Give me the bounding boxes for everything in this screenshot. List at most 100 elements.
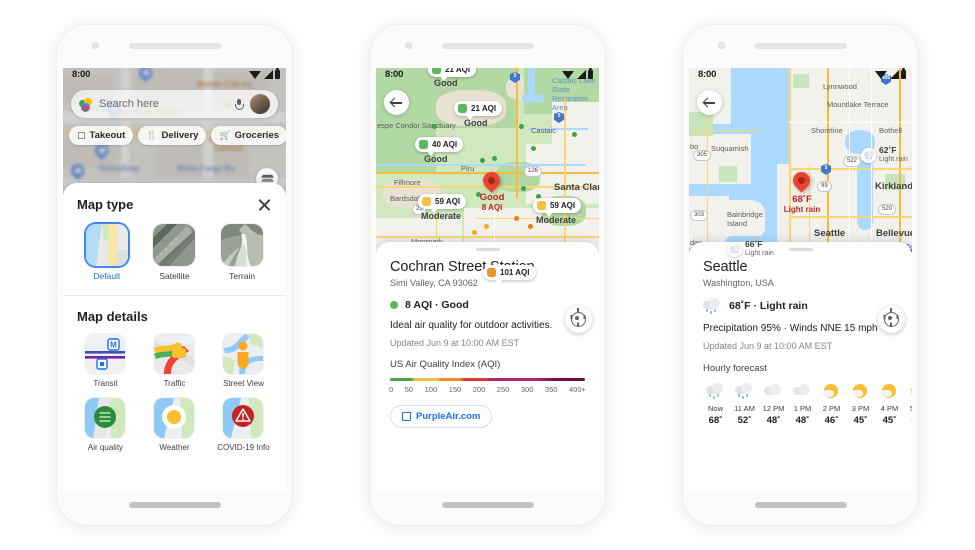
- map-label: Bainbridge Island: [727, 210, 763, 228]
- aqi-value: 21 AQI: [471, 104, 497, 113]
- map-type-satellite[interactable]: Satellite: [144, 224, 204, 281]
- street-view-icon: [223, 334, 264, 374]
- weather-marker-62[interactable]: 62˚F Light rain: [861, 146, 908, 164]
- rain-icon-bubble: [727, 241, 742, 257]
- chip-groceries[interactable]: 🛒 Groceries: [211, 126, 286, 145]
- cloud-icon-wrap: [759, 381, 788, 401]
- my-location-icon: [884, 308, 899, 327]
- map-detail-transit[interactable]: M Transit: [71, 334, 140, 389]
- rain-icon: [729, 244, 741, 254]
- my-location-button[interactable]: [565, 306, 592, 333]
- current-condition-row: 68˚F · Light rain: [689, 288, 912, 314]
- back-button[interactable]: [384, 90, 409, 115]
- phone-mockup-air-quality: 5 5 126 23 23 118 espe Condor Sanctuary …: [370, 25, 605, 525]
- aqi-marker-40[interactable]: 40 AQI: [415, 137, 464, 156]
- aqi-summary-row: 8 AQI · Good: [376, 288, 599, 311]
- sheet-header: Map type: [63, 183, 286, 212]
- sun-cloud-icon-wrap: [846, 381, 875, 401]
- hourly-forecast-title: Hourly forecast: [703, 363, 767, 374]
- home-indicator[interactable]: [441, 502, 534, 508]
- scale-tick: 150: [448, 385, 462, 394]
- my-location-button[interactable]: [878, 306, 905, 333]
- route-303-shield: 303: [690, 210, 709, 221]
- earpiece-speaker: [129, 42, 221, 49]
- search-bar[interactable]: Search here: [71, 90, 278, 118]
- aqi-summary-text: 8 AQI · Good: [405, 299, 469, 311]
- home-indicator[interactable]: [754, 502, 847, 508]
- scale-tick: 350: [544, 385, 558, 394]
- forecast-temp: 68˚: [708, 415, 723, 426]
- selected-pin-cond: Light rain: [783, 205, 821, 214]
- account-avatar[interactable]: [250, 94, 270, 114]
- aqi-category: Moderate: [536, 215, 577, 225]
- weather-marker-text: 62˚F Light rain: [879, 146, 908, 164]
- weather-icon: [154, 398, 195, 438]
- scale-tick: 200: [472, 385, 486, 394]
- map-detail-label: COVID-19 Info: [217, 443, 270, 452]
- forecast-hour: Now 68˚: [701, 381, 730, 426]
- sun-cloud-icon-wrap: [817, 381, 846, 401]
- aqi-value: 59 AQI: [550, 201, 576, 210]
- map-label: Piru: [461, 164, 475, 173]
- scale-tick: 0: [389, 385, 394, 394]
- map-type-terrain-thumb: [221, 224, 264, 266]
- aqi-marker-59-right[interactable]: 59 AQI: [533, 198, 582, 217]
- map-detail-label: Air quality: [87, 443, 124, 452]
- map-type-label: Terrain: [229, 271, 256, 281]
- transit-thumb: M: [85, 334, 126, 374]
- aqi-marker-101[interactable]: 101 AQI: [483, 265, 536, 284]
- map-type-default[interactable]: Default: [77, 224, 137, 281]
- rain-icon-bubble: [861, 147, 876, 163]
- map-type-terrain[interactable]: Terrain: [212, 224, 272, 281]
- route-522-shield: 522: [843, 156, 862, 167]
- sun-cloud-icon: [851, 383, 870, 399]
- forecast-time: 3 PM: [851, 404, 870, 413]
- map-detail-air-quality[interactable]: Air quality: [71, 398, 140, 453]
- aqi-value: 21 AQI: [445, 68, 471, 74]
- map-label: Fillmore: [394, 178, 421, 187]
- front-camera-icon: [92, 42, 99, 49]
- back-button[interactable]: [697, 90, 722, 115]
- aqi-marker-21[interactable]: 21 AQI: [454, 101, 503, 120]
- chip-delivery[interactable]: 🍴 Delivery: [138, 126, 207, 145]
- earpiece-speaker: [755, 42, 847, 49]
- route-305-shield: 305: [693, 150, 712, 161]
- aqi-value: 101 AQI: [500, 268, 530, 277]
- link-label: PurpleAir.com: [416, 411, 481, 422]
- search-input[interactable]: Search here: [99, 98, 235, 110]
- selected-pin-category: Good: [479, 192, 505, 203]
- aqi-marker-59-left[interactable]: 59 AQI: [418, 194, 467, 213]
- map-detail-weather[interactable]: Weather: [140, 398, 209, 453]
- aqi-marker-21-top[interactable]: 21 AQI: [428, 68, 477, 81]
- map-detail-street-view[interactable]: Street View: [209, 334, 278, 389]
- map-detail-label: Street View: [223, 379, 264, 388]
- map-detail-covid-info[interactable]: COVID-19 Info: [209, 398, 278, 453]
- air-quality-thumb: [85, 398, 126, 438]
- route-126-shield: 126: [524, 166, 543, 177]
- rain-icon: [735, 383, 754, 399]
- weather-marker-66[interactable]: 66˚F Light rain: [727, 240, 774, 258]
- chip-takeout[interactable]: ▢ Takeout: [69, 126, 134, 145]
- phone-mockup-weather: 405 5 5 405 522 520 99 305 303 Lynnwood …: [683, 25, 918, 525]
- satellite-map-thumb-icon: [153, 224, 196, 266]
- marker-temp: 62˚F: [879, 145, 897, 155]
- delivery-icon: 🍴: [146, 130, 158, 140]
- map-detail-traffic[interactable]: Traffic: [140, 334, 209, 389]
- updated-timestamp: Updated Jun 9 at 10:00 AM EST: [703, 341, 833, 351]
- hourly-forecast-row[interactable]: Now 68˚ 11 AM 52˚ 12 PM 48˚ 1 PM 48˚ 2 P…: [689, 374, 912, 426]
- back-arrow-icon: [704, 97, 715, 108]
- forecast-hour: 11 AM 52˚: [730, 381, 759, 426]
- forecast-temp: 46˚: [824, 415, 839, 426]
- map-label: Santa Clarita: [554, 182, 599, 193]
- home-indicator[interactable]: [128, 502, 221, 508]
- microphone-icon[interactable]: [235, 98, 244, 110]
- aqi-swatch: [487, 268, 496, 277]
- map-type-options: Default Satellite Terrain: [63, 212, 286, 281]
- forecast-time: Now: [707, 404, 723, 413]
- close-icon[interactable]: [257, 197, 272, 212]
- filter-chip-row: ▢ Takeout 🍴 Delivery 🛒 Groceries: [69, 126, 286, 145]
- sun-cloud-icon-wrap: [875, 381, 904, 401]
- selected-pin-temp: 68˚F: [792, 194, 812, 205]
- aqi-swatch: [432, 68, 441, 74]
- purpleair-link-button[interactable]: PurpleAir.com: [390, 405, 493, 428]
